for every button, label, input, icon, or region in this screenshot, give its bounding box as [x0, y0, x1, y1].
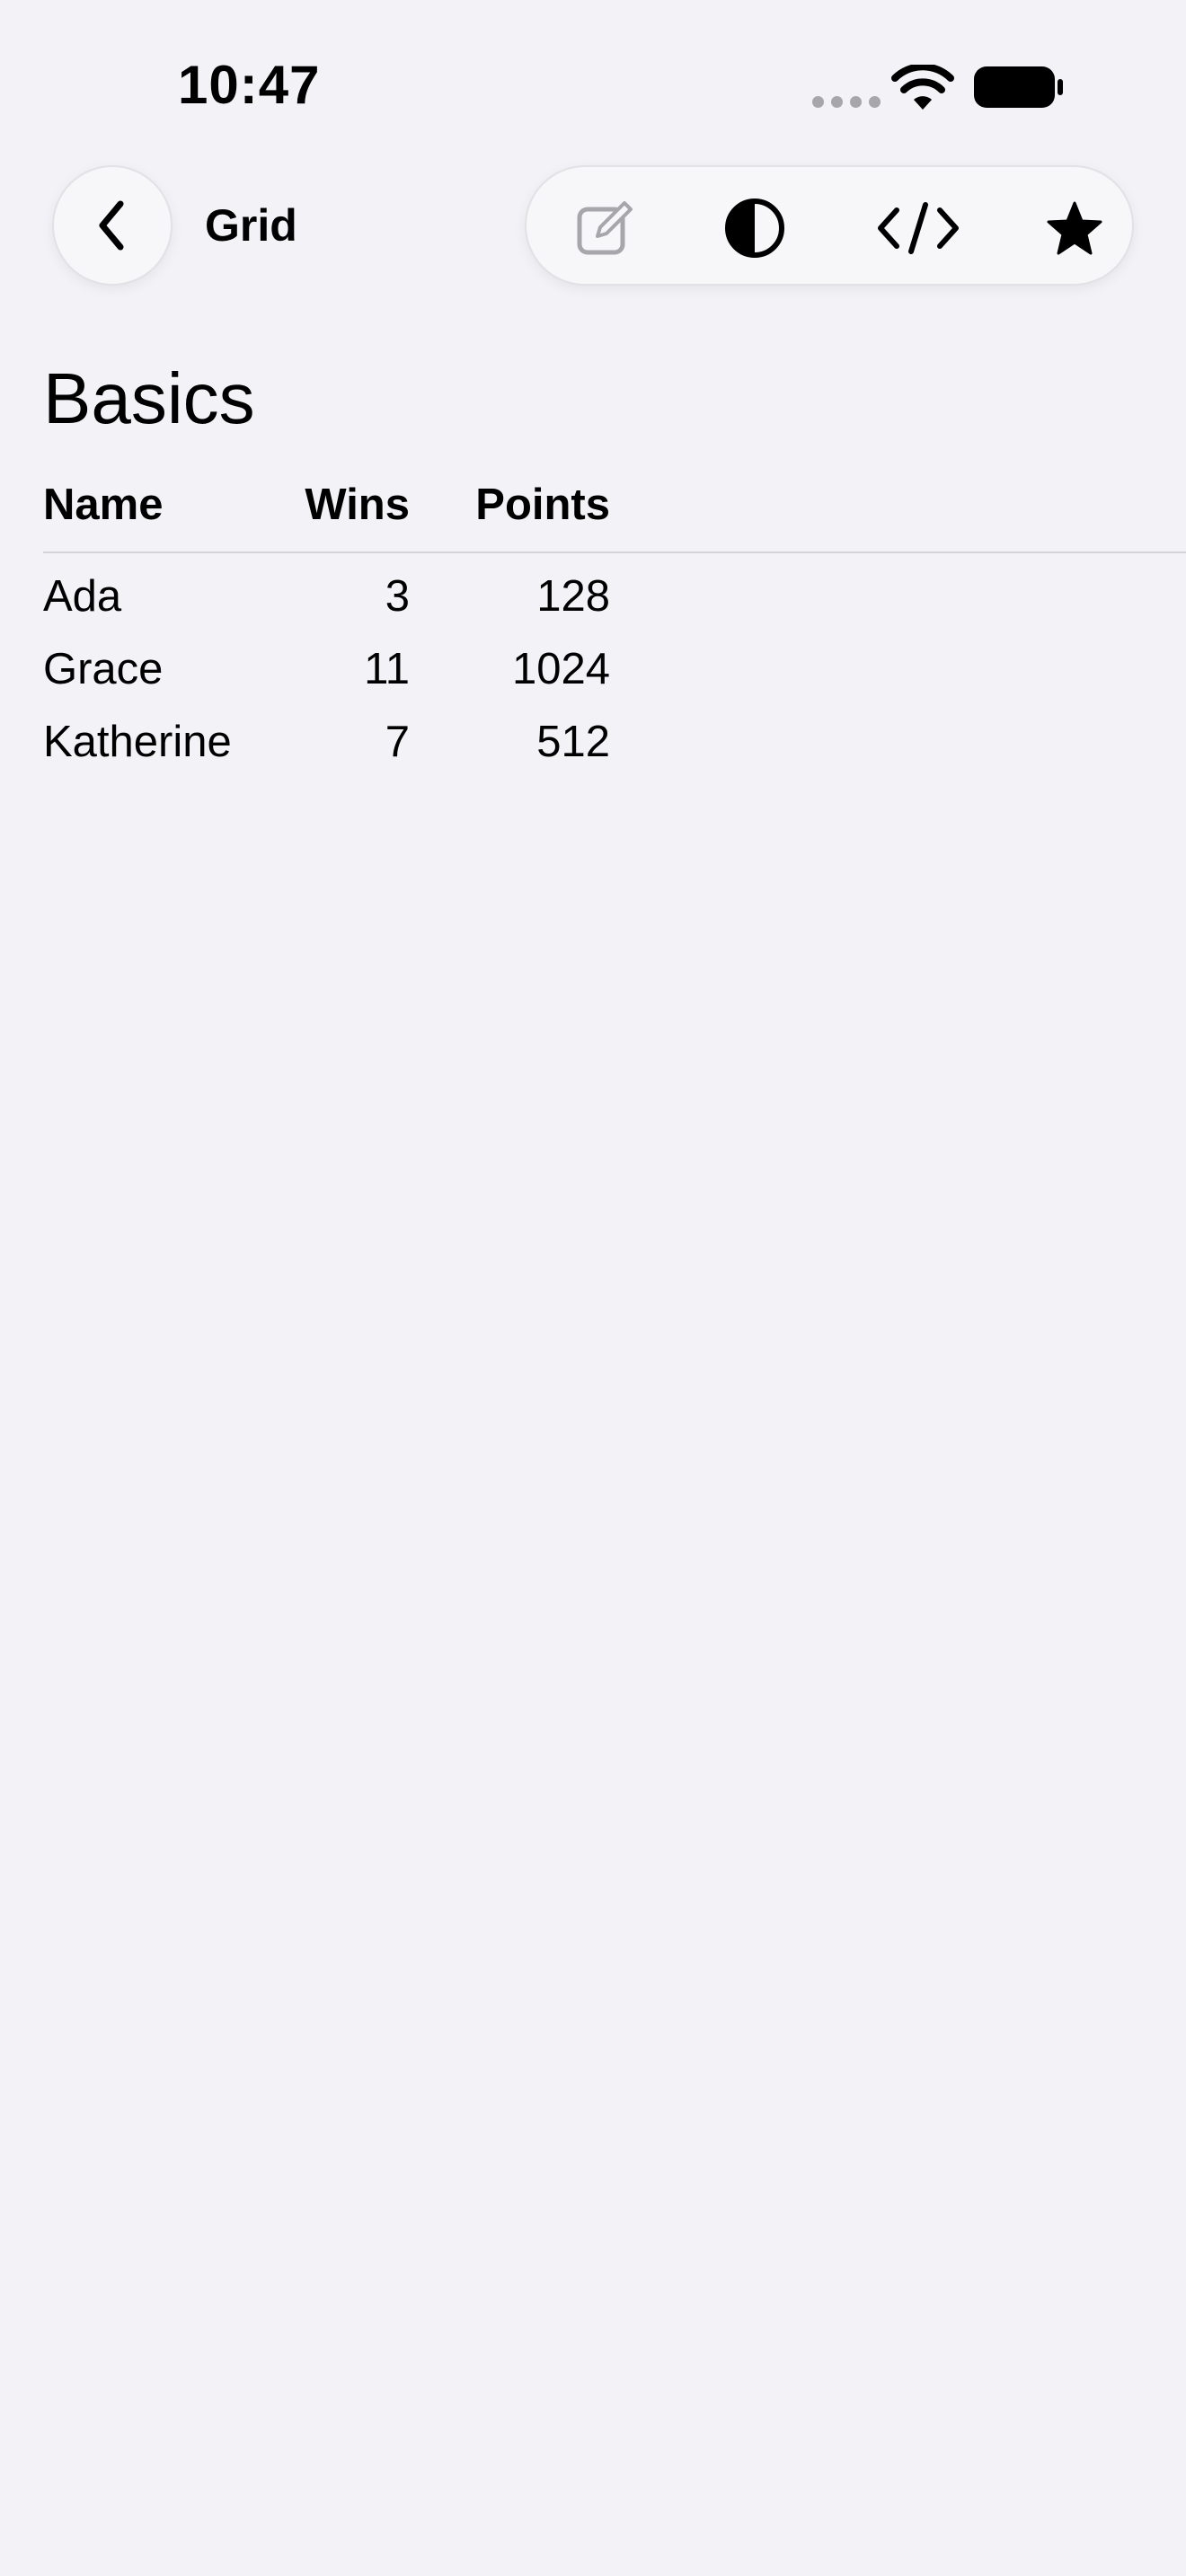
- back-button[interactable]: [52, 165, 173, 286]
- row-points: 512: [536, 718, 610, 766]
- row-wins: 11: [364, 645, 410, 693]
- row-name: Grace: [43, 645, 164, 693]
- edit-button[interactable]: [561, 185, 647, 271]
- row-name: Ada: [43, 572, 122, 621]
- chevron-left-icon: [99, 200, 124, 251]
- nav-title: Grid: [205, 200, 297, 251]
- battery-icon: [974, 66, 1063, 108]
- row-wins: 3: [385, 572, 410, 621]
- nav-bar: Grid: [0, 162, 1186, 296]
- header-name: Name: [43, 481, 164, 529]
- header-points: Points: [475, 481, 610, 529]
- code-icon: [878, 202, 959, 254]
- code-button[interactable]: [875, 185, 961, 271]
- edit-icon: [577, 201, 633, 255]
- header-wins: Wins: [305, 481, 410, 529]
- status-bar: 10:47: [0, 0, 1186, 171]
- favorite-button[interactable]: [1031, 185, 1118, 271]
- contrast-icon: [725, 198, 784, 258]
- status-time: 10:47: [178, 55, 321, 115]
- grid-divider: [43, 551, 1186, 553]
- toolbar: [525, 165, 1134, 286]
- row-points: 128: [536, 572, 610, 621]
- row-points: 1024: [511, 645, 610, 693]
- row-name: Katherine: [43, 718, 232, 766]
- star-icon: [1047, 201, 1102, 255]
- section-title: Basics: [43, 358, 255, 438]
- row-wins: 7: [385, 718, 410, 766]
- cellular-signal-icon: [812, 96, 881, 108]
- appearance-button[interactable]: [712, 185, 798, 271]
- wifi-icon: [891, 65, 954, 110]
